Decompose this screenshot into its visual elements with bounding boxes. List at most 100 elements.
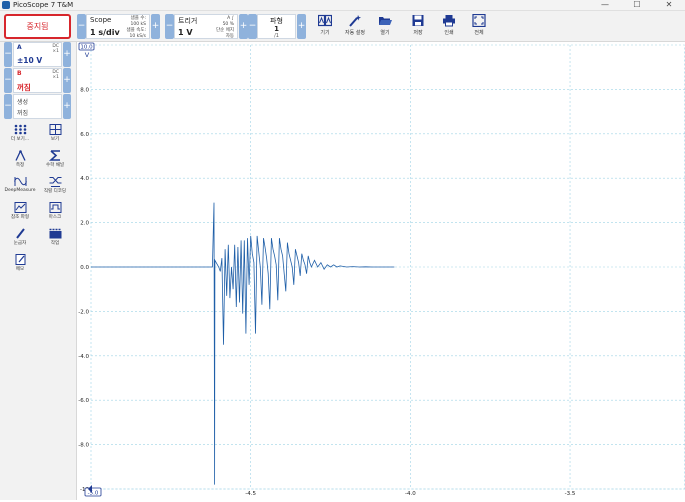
timebase-decrease-button[interactable]: − bbox=[77, 14, 86, 39]
signal-generator-label: 생성 bbox=[17, 99, 29, 106]
auto-setup-button[interactable]: 자동 설정 bbox=[340, 13, 370, 40]
measure-label: 측정 bbox=[15, 163, 25, 168]
channel-a-name: A bbox=[17, 44, 22, 51]
signal-generator-decrease-button[interactable]: − bbox=[4, 94, 12, 119]
print-button[interactable]: 인쇄 bbox=[434, 13, 464, 40]
trigger-source: A ∫ bbox=[227, 16, 234, 21]
y-tick-label: 8.0 bbox=[80, 87, 89, 93]
trigger-type: 단순 에지 bbox=[216, 28, 234, 33]
mask-button[interactable]: 마스크 bbox=[38, 202, 72, 224]
y-tick-label: -2.0 bbox=[78, 309, 89, 315]
save-button[interactable]: 저장 bbox=[403, 13, 433, 40]
waveform-index: 1 bbox=[274, 25, 279, 33]
more-label: 더 보기... bbox=[10, 137, 30, 142]
x-tick-label: -4.0 bbox=[405, 491, 416, 497]
measure-icon bbox=[14, 150, 26, 161]
reference-waveforms-label: 참조 파형 bbox=[11, 215, 29, 220]
y-tick-label: 4.0 bbox=[80, 176, 89, 182]
serial-decoding-button[interactable]: 직렬 디코딩 bbox=[38, 176, 72, 198]
instruments-icon bbox=[318, 14, 332, 27]
view-icon bbox=[49, 124, 61, 135]
trigger-mode: 자동 bbox=[225, 34, 234, 39]
y-tick-label: 6.0 bbox=[80, 132, 89, 138]
math-channels-button[interactable]: 수학 채널 bbox=[38, 150, 72, 172]
scope-plot-area[interactable]: 8.0 6.0 4.0 2.0 0.0 -2.0 -4.0 -6.0 -8.0 -10 -4.5-… bbox=[77, 42, 685, 500]
math-channels-label: 수학 채널 bbox=[46, 163, 64, 168]
serial-decode-icon bbox=[49, 177, 61, 187]
waveform-chart[interactable]: 8.06.04.02.00.0-2.0-4.0-6.0-8.0-10 -4.5-… bbox=[77, 42, 685, 500]
channel-b-panel[interactable]: B DC ×1 꺼짐 bbox=[13, 68, 62, 93]
signal-generator-increase-button[interactable]: + bbox=[63, 94, 71, 119]
minimize-icon[interactable]: — bbox=[590, 0, 620, 10]
view-button[interactable]: 보기 bbox=[38, 124, 72, 146]
trigger-decrease-button[interactable]: − bbox=[165, 14, 174, 39]
waveform-previous-button[interactable]: − bbox=[248, 14, 257, 39]
rulers-button[interactable]: 눈금자 bbox=[3, 228, 37, 250]
window-title: PicoScope 7 T&M bbox=[13, 1, 74, 9]
axis-scale-badge[interactable]: 10.0 bbox=[78, 42, 95, 51]
channel-a-panel[interactable]: A DC ×1 ±10 V bbox=[13, 42, 62, 67]
y-axis-ticks: 8.06.04.02.00.0-2.0-4.0-6.0-8.0-10 bbox=[78, 87, 89, 493]
trigger-increase-button[interactable]: + bbox=[239, 14, 248, 39]
channel-a-decrease-button[interactable]: − bbox=[4, 42, 12, 67]
channel-a-increase-button[interactable]: + bbox=[63, 42, 71, 67]
auto-setup-label: 자동 설정 bbox=[345, 30, 365, 36]
actions-icon bbox=[49, 228, 61, 239]
x-tick-label: -3.5 bbox=[565, 491, 576, 497]
notes-button[interactable]: 메모 bbox=[3, 254, 37, 276]
sample-count-value: 100 kS bbox=[130, 22, 146, 27]
reference-waveform-icon bbox=[14, 202, 26, 213]
channel-a-trace bbox=[91, 202, 395, 485]
y-tick-label: -4.0 bbox=[78, 354, 89, 360]
measure-button[interactable]: 측정 bbox=[3, 150, 37, 172]
deepmeasure-icon bbox=[13, 177, 27, 186]
y-tick-label: 2.0 bbox=[80, 221, 89, 227]
rulers-label: 눈금자 bbox=[13, 241, 27, 246]
top-toolbar: 중지됨 − Scope 1 s/div 샘플 수: 100 kS 샘플 속도: … bbox=[0, 11, 685, 42]
instruments-button[interactable]: 기기 bbox=[310, 13, 340, 40]
mask-icon bbox=[49, 202, 61, 213]
channel-b-name: B bbox=[17, 70, 22, 77]
more-button[interactable]: 더 보기... bbox=[3, 124, 37, 146]
waveform-next-button[interactable]: + bbox=[297, 14, 306, 39]
axis-scale-text: 10.0 bbox=[80, 45, 93, 51]
sidebar: − A DC ×1 ±10 V + − B DC ×1 꺼짐 + − 생성 꺼짐 +… bbox=[0, 42, 77, 500]
sample-rate-label: 샘플 속도: bbox=[126, 28, 146, 33]
fullscreen-button[interactable]: 전체 bbox=[464, 13, 494, 40]
timebase-panel[interactable]: Scope 1 s/div 샘플 수: 100 kS 샘플 속도: 10 kS/… bbox=[86, 14, 150, 39]
auto-setup-icon bbox=[349, 15, 361, 27]
sample-count-label: 샘플 수: bbox=[130, 16, 146, 21]
channel-b-increase-button[interactable]: + bbox=[63, 68, 71, 93]
axis-unit-label: V bbox=[85, 51, 90, 59]
signal-generator-panel[interactable]: 생성 꺼짐 bbox=[13, 94, 62, 119]
view-label: 보기 bbox=[50, 137, 60, 142]
channel-a-coupling: DC ×1 bbox=[52, 44, 59, 54]
x-start-badge[interactable]: -5.0 bbox=[84, 487, 102, 497]
fullscreen-label: 전체 bbox=[474, 30, 484, 36]
print-label: 인쇄 bbox=[444, 30, 454, 36]
deepmeasure-button[interactable]: DeepMeasure bbox=[3, 176, 37, 198]
reference-waveforms-button[interactable]: 참조 파형 bbox=[3, 202, 37, 224]
trigger-title: 트리거 bbox=[178, 17, 198, 25]
timebase-value: 1 s/div bbox=[90, 28, 120, 37]
ruler-icon bbox=[15, 228, 25, 239]
timebase-increase-button[interactable]: + bbox=[151, 14, 160, 39]
close-icon[interactable]: ✕ bbox=[654, 0, 684, 10]
x-tick-label: -4.5 bbox=[245, 491, 256, 497]
notes-label: 메모 bbox=[15, 267, 25, 272]
app-icon bbox=[2, 1, 10, 9]
maximize-icon[interactable]: ☐ bbox=[622, 0, 652, 10]
open-button[interactable]: 열기 bbox=[370, 13, 400, 40]
title-bar: PicoScope 7 T&M — ☐ ✕ bbox=[0, 0, 685, 11]
actions-button[interactable]: 작업 bbox=[38, 228, 72, 250]
waveform-count: /1 bbox=[274, 33, 279, 39]
mask-label: 마스크 bbox=[48, 215, 62, 220]
waveform-panel[interactable]: 파형 1 /1 bbox=[257, 14, 296, 39]
folder-open-icon bbox=[379, 17, 392, 25]
stop-button[interactable]: 중지됨 bbox=[4, 14, 71, 39]
trigger-panel[interactable]: 트리거 1 V A ∫ 50 % 단순 에지 자동 bbox=[174, 14, 238, 39]
channel-b-decrease-button[interactable]: − bbox=[4, 68, 12, 93]
channel-b-row: − B DC ×1 꺼짐 + bbox=[4, 68, 71, 93]
save-label: 저장 bbox=[413, 30, 423, 36]
fullscreen-icon bbox=[472, 14, 486, 27]
